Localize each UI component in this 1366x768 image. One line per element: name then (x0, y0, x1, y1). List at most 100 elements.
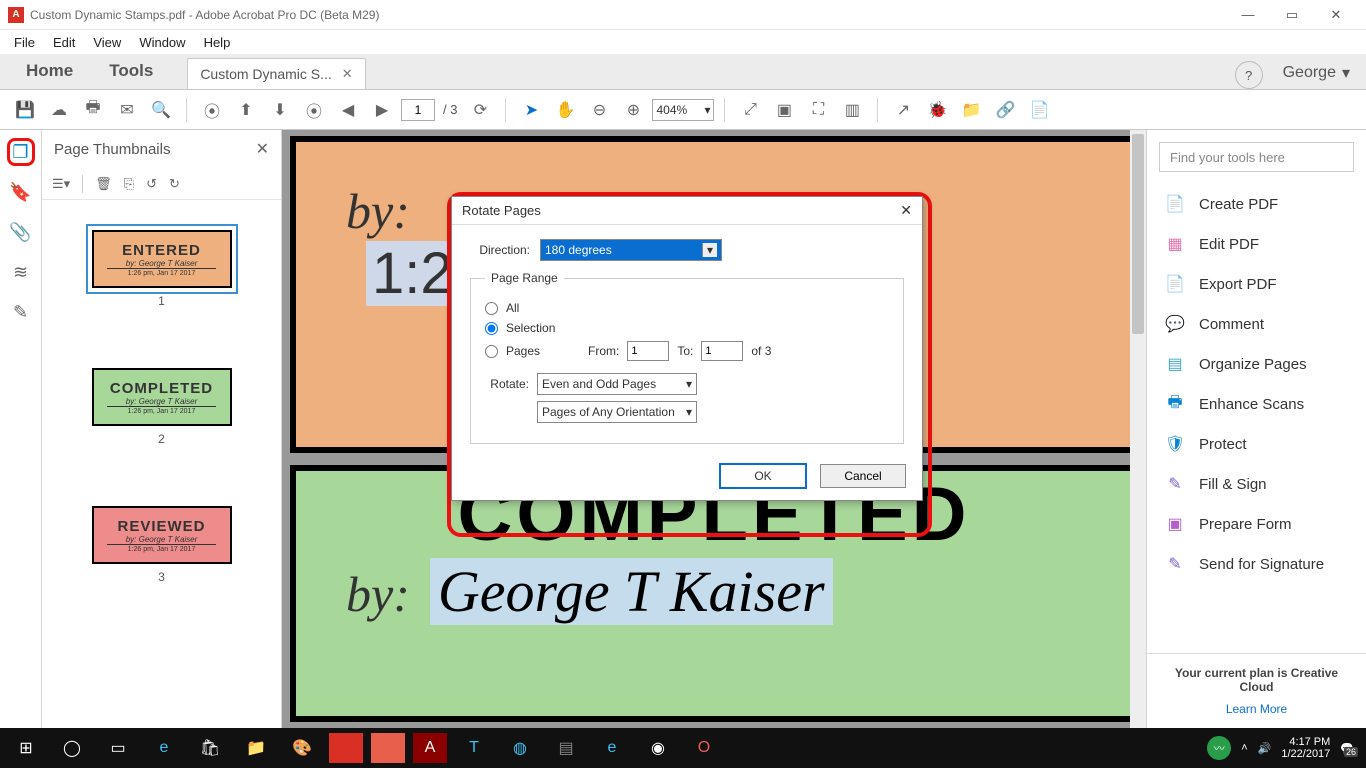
cortana-icon[interactable]: ◯ (50, 728, 94, 768)
delete-page-icon[interactable]: 🗑 (95, 176, 112, 192)
thumbnails-list[interactable]: ENTERED by: George T Kaiser 1:26 pm, Jan… (42, 200, 281, 728)
thumbnails-options-icon[interactable]: ☰▾ (52, 176, 70, 192)
window-minimize-button[interactable]: — (1226, 1, 1270, 29)
page-icon[interactable]: 📄 (1024, 95, 1054, 125)
tool-prepare-form[interactable]: ▣Prepare Form (1147, 504, 1366, 544)
document-tab-close-icon[interactable]: ✕ (342, 66, 353, 82)
menu-view[interactable]: View (85, 33, 129, 52)
radio-pages[interactable] (485, 345, 498, 358)
opera-icon[interactable]: O (682, 728, 726, 768)
tool-protect[interactable]: 🛡Protect (1147, 424, 1366, 464)
radio-selection[interactable] (485, 322, 498, 335)
app-icon-gray[interactable]: ▤ (544, 728, 588, 768)
file-explorer-icon[interactable]: 📁 (234, 728, 278, 768)
dialog-close-icon[interactable]: ✕ (900, 202, 912, 219)
system-tray[interactable]: 〰 ˄ 🔊 4:17 PM 1/22/2017 💬26 (1207, 736, 1362, 760)
page-up-icon[interactable]: ⬆ (231, 95, 261, 125)
zoom-in-icon[interactable]: ⊕ (618, 95, 648, 125)
link-icon[interactable]: 🔗 (990, 95, 1020, 125)
page-prev-icon[interactable]: ◀ (333, 95, 363, 125)
fullscreen-icon[interactable]: ⛶ (803, 95, 833, 125)
thumbnail-item[interactable]: COMPLETED by: George T Kaiser 1:26 pm, J… (92, 368, 232, 446)
from-input[interactable] (627, 341, 669, 361)
menu-file[interactable]: File (6, 33, 43, 52)
tool-export-pdf[interactable]: 📄Export PDF (1147, 264, 1366, 304)
tray-clock[interactable]: 4:17 PM 1/22/2017 (1281, 736, 1330, 760)
plan-learn-more-link[interactable]: Learn More (1157, 702, 1356, 716)
signature-rail-icon[interactable]: ✎ (7, 298, 35, 326)
direction-dropdown[interactable]: 180 degrees ▾ (540, 239, 722, 261)
read-mode-icon[interactable]: ▥ (837, 95, 867, 125)
layers-rail-icon[interactable]: ≋ (7, 258, 35, 286)
page-number-input[interactable] (401, 99, 435, 121)
scrollbar-thumb[interactable] (1132, 134, 1144, 334)
page-down-icon[interactable]: ⬇ (265, 95, 295, 125)
search-icon[interactable]: 🔍 (146, 95, 176, 125)
ie-icon[interactable]: e (590, 728, 634, 768)
thumbnail-item[interactable]: ENTERED by: George T Kaiser 1:26 pm, Jan… (92, 230, 232, 308)
print-icon[interactable]: 🖶 (78, 95, 108, 125)
window-close-button[interactable]: ✕ (1314, 1, 1358, 29)
save-icon[interactable]: 💾 (10, 95, 40, 125)
document-scrollbar[interactable] (1130, 130, 1146, 728)
fit-width-icon[interactable]: ⤢ (735, 95, 765, 125)
stamp-icon[interactable]: 🐞 (922, 95, 952, 125)
app-icon-orange[interactable] (371, 733, 405, 763)
tool-create-pdf[interactable]: 📄Create PDF (1147, 184, 1366, 224)
page-next-icon[interactable]: ▶ (367, 95, 397, 125)
menu-help[interactable]: Help (196, 33, 239, 52)
menu-window[interactable]: Window (131, 33, 193, 52)
help-button[interactable]: ? (1235, 61, 1263, 89)
attachment-rail-icon[interactable]: 📎 (7, 218, 35, 246)
tab-tools[interactable]: Tools (91, 53, 171, 89)
insert-page-icon[interactable]: ⎘ (124, 176, 134, 192)
rotate-ccw-icon[interactable]: ↺ (146, 176, 157, 192)
zoom-level-dropdown[interactable]: 404%▾ (652, 99, 714, 121)
rotate-filter-dropdown[interactable]: Even and Odd Pages ▾ (537, 373, 697, 395)
cloud-icon[interactable]: ☁ (44, 95, 74, 125)
to-input[interactable] (701, 341, 743, 361)
rotate-cw-icon[interactable]: ↻ (169, 176, 180, 192)
tool-comment[interactable]: 💬Comment (1147, 304, 1366, 344)
fit-page-icon[interactable]: ▣ (769, 95, 799, 125)
store-icon[interactable]: 🛍 (188, 728, 232, 768)
cancel-button[interactable]: Cancel (820, 464, 906, 488)
thumbnail-preview[interactable]: REVIEWED by: George T Kaiser 1:26 pm, Ja… (92, 506, 232, 564)
tray-chevron-up-icon[interactable]: ˄ (1241, 742, 1247, 754)
app-icon-blue[interactable]: T (452, 728, 496, 768)
tool-organize-pages[interactable]: ▤Organize Pages (1147, 344, 1366, 384)
user-menu[interactable]: George ▾ (1275, 57, 1358, 89)
tool-enhance-scans[interactable]: 🖶Enhance Scans (1147, 384, 1366, 424)
menu-edit[interactable]: Edit (45, 33, 83, 52)
task-view-icon[interactable]: ▭ (96, 728, 140, 768)
page-last-icon[interactable]: ⦿ (299, 95, 329, 125)
zoom-out-icon[interactable]: ⊖ (584, 95, 614, 125)
radio-all[interactable] (485, 302, 498, 315)
tool-send-for-signature[interactable]: ✎Send for Signature (1147, 544, 1366, 584)
tray-volume-icon[interactable]: 🔊 (1258, 742, 1272, 755)
thumbnail-preview[interactable]: ENTERED by: George T Kaiser 1:26 pm, Jan… (92, 230, 232, 288)
hand-icon[interactable]: ✋ (550, 95, 580, 125)
orientation-filter-dropdown[interactable]: Pages of Any Orientation ▾ (537, 401, 697, 423)
page-first-icon[interactable]: ⦿ (197, 95, 227, 125)
refresh-icon[interactable]: ⟳ (465, 95, 495, 125)
ok-button[interactable]: OK (720, 464, 806, 488)
email-icon[interactable]: ✉ (112, 95, 142, 125)
window-maximize-button[interactable]: ▭ (1270, 1, 1314, 29)
bookmark-rail-icon[interactable]: 🔖 (7, 178, 35, 206)
share-icon[interactable]: ↗ (888, 95, 918, 125)
tray-app-icon[interactable]: 〰 (1207, 736, 1231, 760)
folder-icon[interactable]: 📁 (956, 95, 986, 125)
tray-notifications-icon[interactable]: 💬26 (1340, 742, 1354, 755)
chrome-icon[interactable]: ◉ (636, 728, 680, 768)
thumbnail-item[interactable]: REVIEWED by: George T Kaiser 1:26 pm, Ja… (92, 506, 232, 584)
tab-home[interactable]: Home (8, 53, 91, 89)
acrobat-taskbar-icon[interactable]: A (413, 733, 447, 763)
document-tab[interactable]: Custom Dynamic S... ✕ (187, 58, 365, 89)
tools-search-input[interactable]: Find your tools here (1159, 142, 1354, 172)
pointer-icon[interactable]: ➤ (516, 95, 546, 125)
page-thumbnails-rail-icon[interactable]: ❐ (7, 138, 35, 166)
thumbnails-close-icon[interactable]: ✕ (256, 139, 269, 159)
app-icon-disc[interactable]: ◍ (498, 728, 542, 768)
thumbnail-preview[interactable]: COMPLETED by: George T Kaiser 1:26 pm, J… (92, 368, 232, 426)
